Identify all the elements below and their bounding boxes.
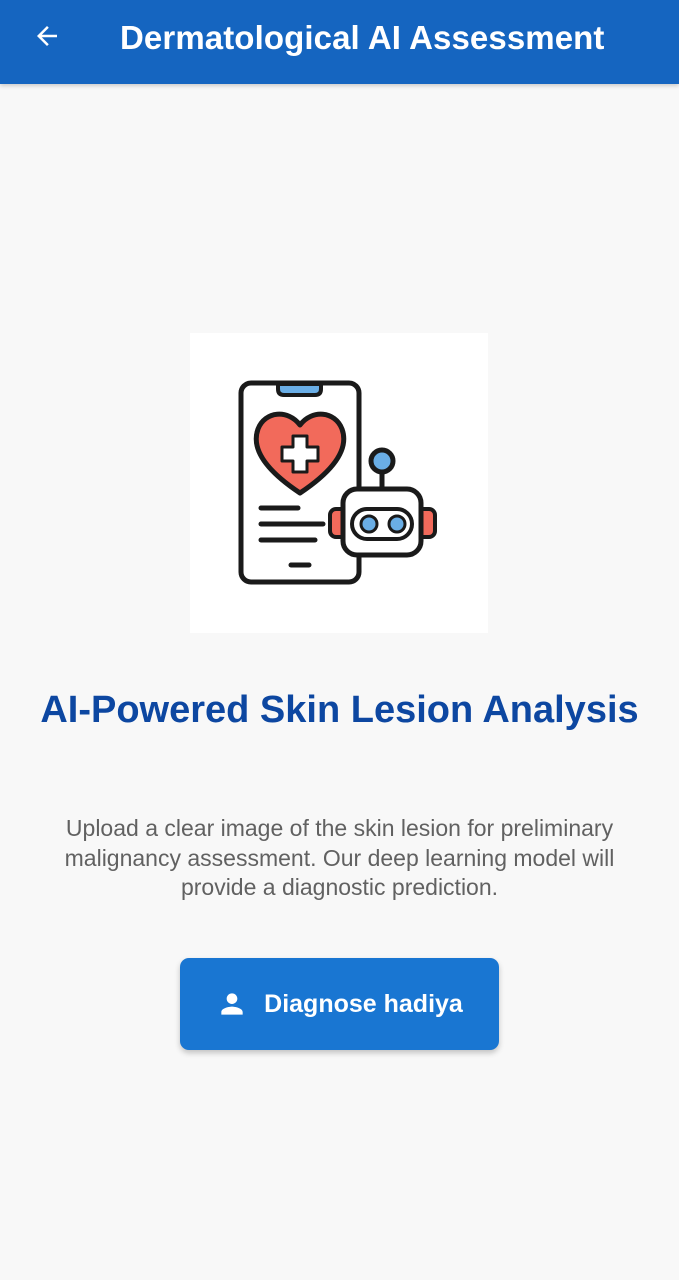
back-button[interactable]	[22, 16, 72, 60]
app-bar-title: Dermatological AI Assessment	[120, 19, 605, 56]
phone-heart-robot-illustration	[238, 380, 437, 585]
diagnose-button[interactable]: Diagnose hadiya	[180, 958, 499, 1050]
app-bar: Dermatological AI Assessment	[0, 0, 679, 84]
headline: AI-Powered Skin Lesion Analysis	[40, 689, 639, 731]
description-text: Upload a clear image of the skin lesion …	[64, 815, 615, 900]
diagnose-button-label: Diagnose hadiya	[264, 989, 463, 1018]
arrow-left-icon	[32, 21, 62, 56]
hero-illustration-card	[190, 333, 488, 633]
person-icon	[216, 988, 248, 1020]
